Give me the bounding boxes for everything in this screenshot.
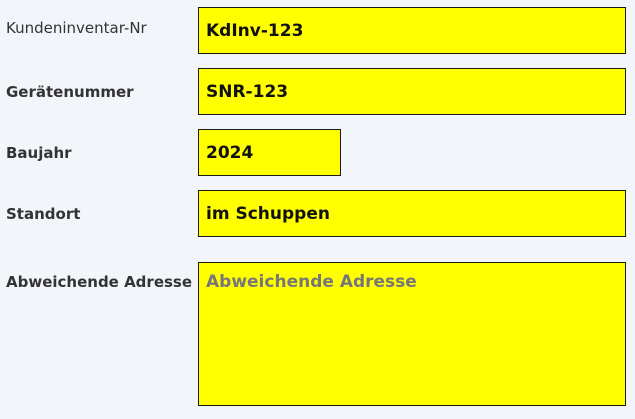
standort-input[interactable] [198, 190, 626, 237]
kundeninventar-input[interactable] [198, 7, 626, 54]
baujahr-label: Baujahr [6, 144, 72, 162]
standort-label: Standort [6, 205, 81, 223]
kundeninventar-label: Kundeninventar-Nr [6, 19, 147, 37]
geraetenummer-input[interactable] [198, 68, 626, 115]
geraetenummer-label: Gerätenummer [6, 83, 134, 101]
baujahr-input[interactable] [198, 129, 341, 176]
abweichende-adresse-label: Abweichende Adresse [6, 273, 193, 291]
abweichende-adresse-textarea[interactable] [198, 262, 626, 406]
